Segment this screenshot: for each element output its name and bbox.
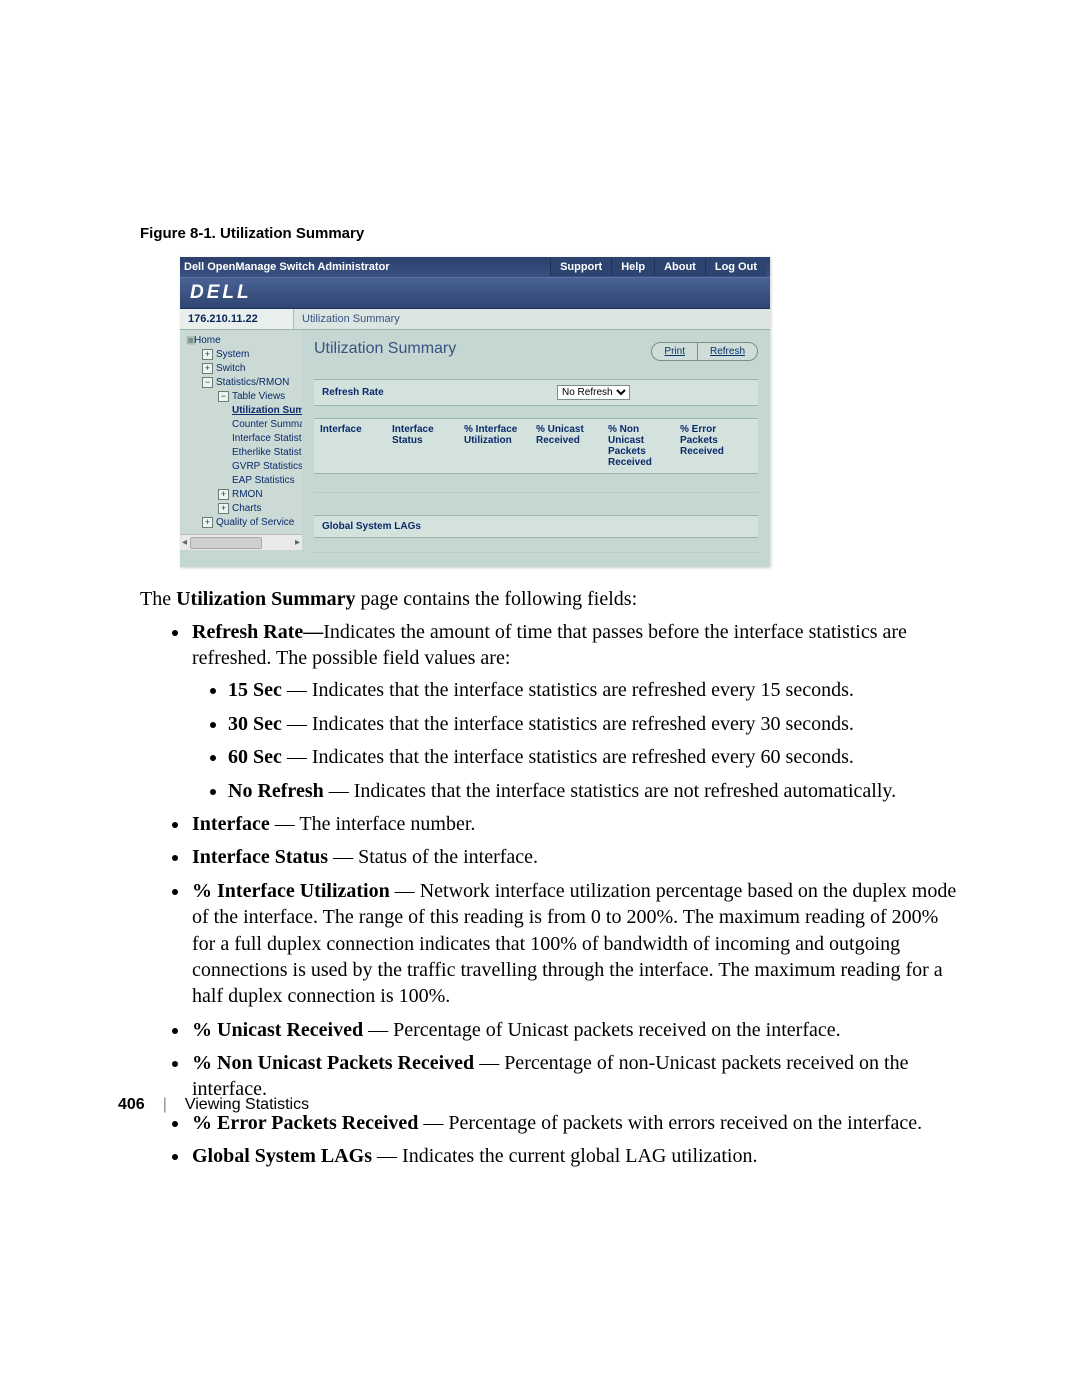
- figure-caption: Figure 8-1. Utilization Summary: [140, 225, 965, 242]
- device-ip: 176.210.11.22: [180, 309, 294, 329]
- scroll-right-icon[interactable]: ▸: [295, 537, 300, 548]
- tree-scrollbar[interactable]: ◂ ▸: [180, 534, 302, 550]
- list-item: % Interface Utilization — Network interf…: [190, 878, 965, 1010]
- col-unicast: % Unicast Received: [536, 424, 608, 468]
- tree-qos[interactable]: +Quality of Service: [184, 516, 302, 530]
- footer-separator: |: [163, 1096, 167, 1114]
- content-panel: Utilization Summary Print Refresh Refres…: [302, 330, 770, 567]
- table-row: [314, 474, 758, 493]
- app-titlebar: Dell OpenManage Switch Administrator Sup…: [180, 257, 770, 277]
- nav-help[interactable]: Help: [611, 258, 654, 276]
- tree-switch[interactable]: +Switch: [184, 362, 302, 376]
- brand-bar: DELL: [180, 277, 770, 309]
- list-item: Refresh Rate—Indicates the amount of tim…: [190, 619, 965, 804]
- list-item: Interface — The interface number.: [190, 811, 965, 837]
- nav-logout[interactable]: Log Out: [705, 258, 766, 276]
- field-list: Refresh Rate—Indicates the amount of tim…: [140, 619, 965, 1170]
- col-error: % Error Packets Received: [680, 424, 752, 468]
- tree-stats[interactable]: −Statistics/RMON: [184, 376, 302, 390]
- col-utilization: % Interface Utilization: [464, 424, 536, 468]
- list-item: % Non Unicast Packets Received — Percent…: [190, 1050, 965, 1103]
- list-item: No Refresh — Indicates that the interfac…: [228, 778, 965, 804]
- tree-gvrp[interactable]: GVRP Statistics: [184, 460, 302, 474]
- page-number: 406: [118, 1096, 145, 1114]
- list-item: Interface Status — Status of the interfa…: [190, 844, 965, 870]
- tree-home[interactable]: ▣Home: [184, 334, 302, 348]
- tree-etherlike[interactable]: Etherlike Statistic: [184, 446, 302, 460]
- list-item: 15 Sec — Indicates that the interface st…: [228, 677, 965, 703]
- tree-counter[interactable]: Counter Summar: [184, 418, 302, 432]
- breadcrumb: Utilization Summary: [294, 309, 770, 329]
- nav-about[interactable]: About: [654, 258, 705, 276]
- intro-paragraph: The Utilization Summary page contains th…: [140, 587, 965, 613]
- app-title: Dell OpenManage Switch Administrator: [184, 261, 550, 273]
- refresh-rate-label: Refresh Rate: [322, 387, 384, 398]
- nav-support[interactable]: Support: [550, 258, 611, 276]
- refresh-rate-bar: Refresh Rate No Refresh: [314, 379, 758, 406]
- tree-eap[interactable]: EAP Statistics: [184, 474, 302, 488]
- scroll-left-icon[interactable]: ◂: [182, 537, 187, 548]
- dell-logo: DELL: [190, 282, 252, 304]
- refresh-rate-select[interactable]: No Refresh: [557, 385, 630, 400]
- print-button[interactable]: Print: [652, 343, 698, 360]
- list-item: % Unicast Received — Percentage of Unica…: [190, 1017, 965, 1043]
- tree-rmon[interactable]: +RMON: [184, 488, 302, 502]
- col-interface: Interface: [320, 424, 392, 468]
- table-row: [314, 538, 758, 553]
- tree-system[interactable]: +System: [184, 348, 302, 362]
- refresh-button[interactable]: Refresh: [698, 343, 757, 360]
- tree-utilization[interactable]: Utilization Summ: [184, 404, 302, 418]
- lag-header: Global System LAGs: [314, 515, 758, 538]
- scroll-thumb[interactable]: [190, 537, 262, 549]
- table-header: Interface Interface Status % Interface U…: [314, 418, 758, 474]
- nav-tree[interactable]: ▣Home +System +Switch −Statistics/RMON −…: [180, 330, 302, 534]
- screenshot: Dell OpenManage Switch Administrator Sup…: [180, 257, 770, 567]
- list-item: Global System LAGs — Indicates the curre…: [190, 1143, 965, 1169]
- tree-charts[interactable]: +Charts: [184, 502, 302, 516]
- tree-interface-stat[interactable]: Interface Statistic: [184, 432, 302, 446]
- list-item: 60 Sec — Indicates that the interface st…: [228, 744, 965, 770]
- tree-table-views[interactable]: −Table Views: [184, 390, 302, 404]
- col-nonunicast: % Non Unicast Packets Received: [608, 424, 680, 468]
- col-status: Interface Status: [392, 424, 464, 468]
- location-row: 176.210.11.22 Utilization Summary: [180, 309, 770, 330]
- page-footer: 406 | Viewing Statistics: [118, 1096, 309, 1114]
- section-title: Viewing Statistics: [185, 1096, 309, 1114]
- list-item: 30 Sec — Indicates that the interface st…: [228, 711, 965, 737]
